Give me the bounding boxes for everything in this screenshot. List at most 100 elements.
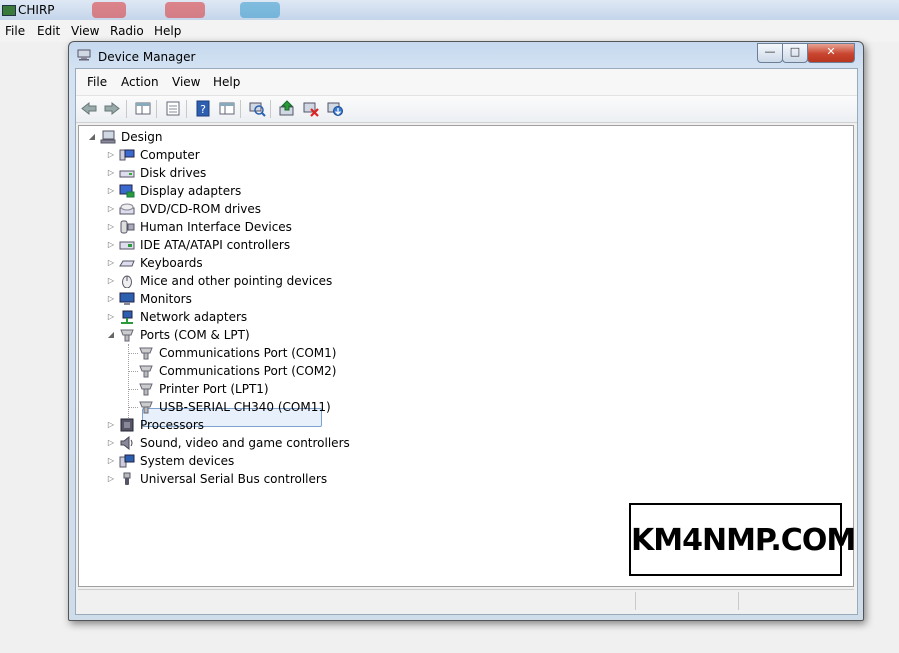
- chirp-menu-view[interactable]: View: [71, 24, 99, 38]
- display-adapter-icon: [119, 184, 135, 198]
- expand-arrow-icon[interactable]: ▷: [107, 290, 115, 308]
- tree-item-label: Monitors: [140, 292, 192, 306]
- menu-file[interactable]: File: [87, 75, 107, 89]
- console-tree-icon[interactable]: [218, 100, 236, 117]
- port-icon: [139, 401, 153, 414]
- tree-item-ide-controllers[interactable]: ▷ IDE ATA/ATAPI controllers: [79, 236, 849, 254]
- disk-drive-icon: [119, 170, 135, 178]
- chirp-app-icon: [2, 5, 16, 16]
- sound-icon: [120, 436, 133, 450]
- toolbar-separator: [270, 100, 271, 118]
- menu-action[interactable]: Action: [121, 75, 159, 89]
- scan-hardware-icon[interactable]: [248, 100, 266, 117]
- expand-arrow-icon[interactable]: ▷: [107, 434, 115, 452]
- watermark-text: KM4NMP.COM: [631, 523, 856, 558]
- tree-item-mice[interactable]: ▷ Mice and other pointing devices: [79, 272, 849, 290]
- expand-arrow-icon[interactable]: ▷: [107, 452, 115, 470]
- status-bar: [78, 589, 854, 612]
- toolbar-separator: [156, 100, 157, 118]
- chirp-title-bar: CHIRP: [0, 0, 899, 20]
- computer-icon: [119, 149, 135, 161]
- tree-item-label: Display adapters: [140, 184, 242, 198]
- tree-subitem-lpt1[interactable]: Printer Port (LPT1): [79, 380, 849, 398]
- tree-item-label: Processors: [140, 418, 205, 432]
- back-icon[interactable]: [80, 100, 98, 117]
- tree-item-label: Universal Serial Bus controllers: [140, 472, 328, 486]
- tree-item-system-devices[interactable]: ▷ System devices: [79, 452, 849, 470]
- expand-arrow-icon[interactable]: ▷: [107, 200, 115, 218]
- expand-arrow-icon[interactable]: ▷: [107, 164, 115, 182]
- tree-item-label: Sound, video and game controllers: [140, 436, 350, 450]
- tree-item-human-interface-devices[interactable]: ▷ Human Interface Devices: [79, 218, 849, 236]
- computer-icon: [100, 130, 116, 144]
- toolbar-separator: [126, 100, 127, 118]
- expand-arrow-icon[interactable]: ▷: [107, 254, 115, 272]
- tree-item-label: Computer: [140, 148, 200, 162]
- toolbar-separator: [240, 100, 241, 118]
- expand-arrow-icon[interactable]: ▷: [107, 218, 115, 236]
- chirp-menu-help[interactable]: Help: [154, 24, 181, 38]
- tree-subitem-com2[interactable]: Communications Port (COM2): [79, 362, 849, 380]
- expand-arrow-icon[interactable]: ▷: [107, 236, 115, 254]
- tree-subitem-label: Communications Port (COM1): [159, 346, 337, 360]
- menu-bar: File Action View Help: [76, 69, 857, 96]
- help-icon[interactable]: ?: [194, 100, 212, 117]
- expand-arrow-icon[interactable]: ▷: [107, 182, 115, 200]
- tree-subitem-com1[interactable]: Communications Port (COM1): [79, 344, 849, 362]
- tree-subitem-label: Printer Port (LPT1): [159, 382, 269, 396]
- tree-item-network-adapters[interactable]: ▷ Network adapters: [79, 308, 849, 326]
- tree-item-label: Keyboards: [140, 256, 203, 270]
- tree-item-processors[interactable]: ▷ Processors: [79, 416, 849, 434]
- device-manager-icon: [77, 49, 91, 61]
- toolbar: ?: [76, 96, 857, 123]
- tree-item-label: DVD/CD-ROM drives: [140, 202, 262, 216]
- uninstall-device-icon[interactable]: [326, 100, 344, 117]
- expand-arrow-icon[interactable]: ▷: [107, 272, 115, 290]
- update-driver-icon[interactable]: [278, 100, 296, 117]
- port-icon: [139, 365, 153, 378]
- disable-device-icon[interactable]: [302, 100, 320, 117]
- expand-arrow-icon[interactable]: ▷: [107, 470, 115, 488]
- tree-item-display-adapters[interactable]: ▷ Display adapters: [79, 182, 849, 200]
- tree-item-label: IDE ATA/ATAPI controllers: [140, 238, 291, 252]
- chirp-menu-file[interactable]: File: [5, 24, 25, 38]
- tree-item-keyboards[interactable]: ▷ Keyboards: [79, 254, 849, 272]
- monitor-icon: [119, 292, 135, 305]
- svg-text:?: ?: [200, 103, 206, 116]
- maximize-button[interactable]: □: [782, 43, 808, 63]
- collapse-arrow-icon[interactable]: ◢: [107, 326, 115, 344]
- properties-grid-icon[interactable]: [134, 100, 152, 117]
- expand-arrow-icon[interactable]: ▷: [107, 308, 115, 326]
- processor-icon: [120, 418, 134, 432]
- tree-item-label: Mice and other pointing devices: [140, 274, 333, 288]
- network-adapter-icon: [121, 310, 133, 324]
- chirp-title: CHIRP: [18, 3, 55, 17]
- tree-item-label: Human Interface Devices: [140, 220, 292, 234]
- tree-item-label: Ports (COM & LPT): [140, 328, 250, 342]
- collapse-arrow-icon[interactable]: ◢: [88, 128, 96, 146]
- forward-icon[interactable]: [103, 100, 121, 117]
- expand-arrow-icon[interactable]: ▷: [107, 146, 115, 164]
- minimize-button[interactable]: —: [757, 43, 783, 63]
- tree-item-dvd-drives[interactable]: ▷ DVD/CD-ROM drives: [79, 200, 849, 218]
- status-divider: [635, 592, 636, 610]
- tree-item-sound[interactable]: ▷ Sound, video and game controllers: [79, 434, 849, 452]
- document-icon[interactable]: [164, 100, 182, 117]
- taskbar-blob: [165, 2, 205, 18]
- close-button[interactable]: ✕: [807, 43, 855, 63]
- tree-root[interactable]: ◢ Design: [79, 128, 849, 146]
- chirp-menu-radio[interactable]: Radio: [110, 24, 144, 38]
- tree-item-ports[interactable]: ◢ Ports (COM & LPT): [79, 326, 849, 344]
- tree-item-monitors[interactable]: ▷ Monitors: [79, 290, 849, 308]
- watermark-logo: KM4NMP.COM: [629, 503, 856, 576]
- tree-item-usb-controllers[interactable]: ▷ Universal Serial Bus controllers: [79, 470, 849, 488]
- menu-view[interactable]: View: [172, 75, 200, 89]
- tree-subitem-ch340-selected[interactable]: USB-SERIAL CH340 (COM11): [79, 398, 849, 416]
- chirp-menu-bar: File Edit View Radio Help: [0, 20, 899, 42]
- expand-arrow-icon[interactable]: ▷: [107, 416, 115, 434]
- hid-icon: [120, 220, 135, 234]
- tree-item-computer[interactable]: ▷ Computer: [79, 146, 849, 164]
- chirp-menu-edit[interactable]: Edit: [37, 24, 60, 38]
- menu-help[interactable]: Help: [213, 75, 240, 89]
- tree-item-disk-drives[interactable]: ▷ Disk drives: [79, 164, 849, 182]
